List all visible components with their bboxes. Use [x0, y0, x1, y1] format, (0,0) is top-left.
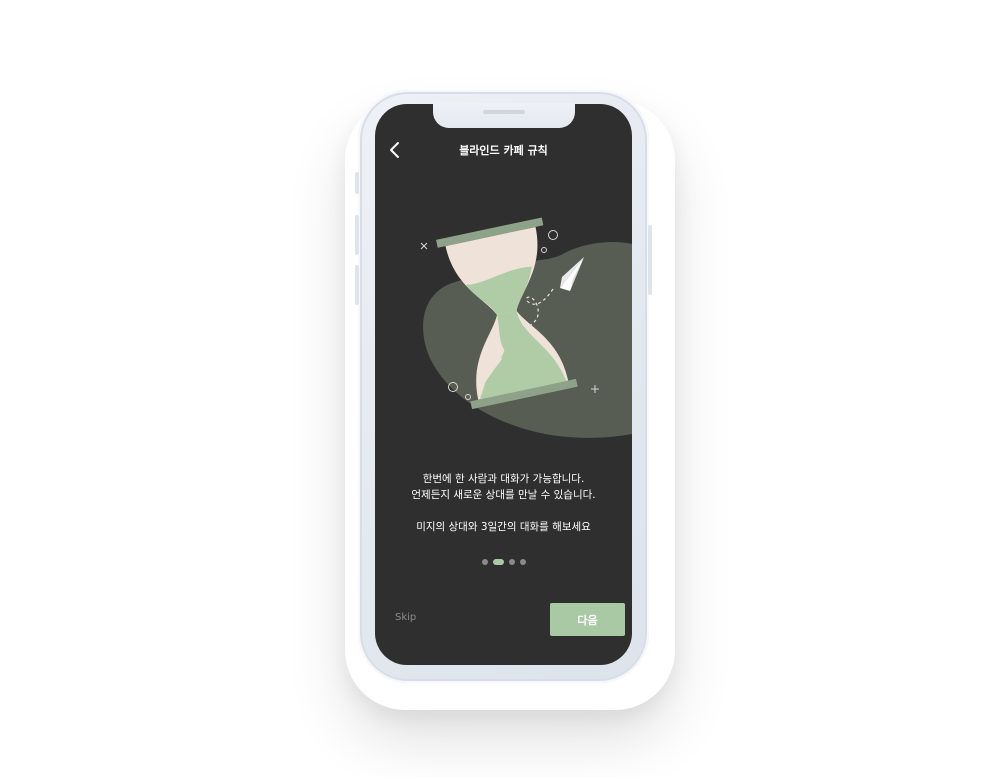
phone-side-button — [355, 172, 359, 194]
page-indicator — [375, 559, 632, 565]
page-dot[interactable] — [519, 559, 526, 565]
onboarding-description-line-2: 언제든지 새로운 상대를 만날 수 있습니다. — [411, 489, 596, 501]
next-button[interactable]: 다음 — [550, 603, 625, 636]
phone-power-button — [648, 225, 652, 295]
skip-button[interactable]: Skip — [395, 612, 416, 623]
phone-side-button — [355, 265, 359, 305]
page-title: 블라인드 카페 규칙 — [459, 144, 548, 157]
phone-speaker — [483, 110, 525, 114]
page-dot[interactable] — [508, 559, 515, 565]
stage: 블라인드 카페 규칙 한번에 한 사람과 대화가 가능합니다. 언제든지 새로운… — [0, 0, 1000, 777]
phone-notch — [433, 103, 575, 128]
onboarding-description-line-3: 미지의 상대와 3일간의 대화를 해보세요 — [416, 521, 591, 533]
onboarding-description-line-1: 한번에 한 사람과 대화가 가능합니다. — [422, 473, 585, 485]
onboarding-illustration — [420, 217, 632, 438]
app-screen: 블라인드 카페 규칙 한번에 한 사람과 대화가 가능합니다. 언제든지 새로운… — [375, 104, 632, 665]
page-dot[interactable] — [481, 559, 488, 565]
phone-side-button — [355, 215, 359, 255]
page-dot-active[interactable] — [492, 559, 504, 565]
